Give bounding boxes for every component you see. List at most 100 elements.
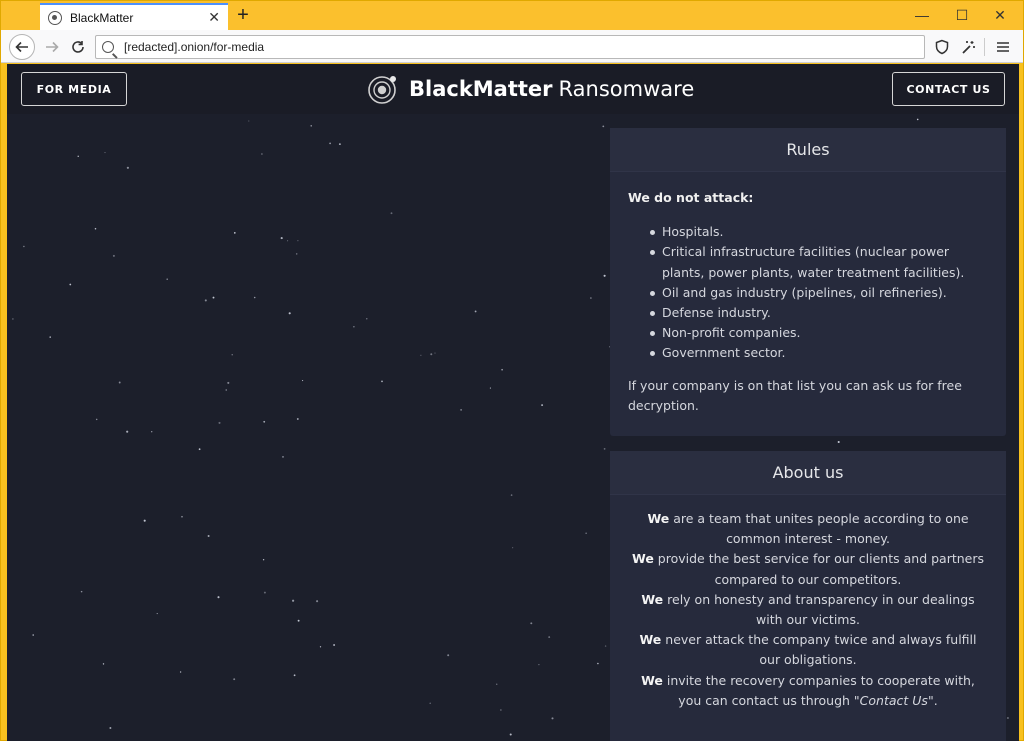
- about-line: We never attack the company twice and al…: [639, 632, 977, 668]
- star: [263, 591, 266, 594]
- star: [261, 153, 263, 155]
- star: [602, 125, 605, 128]
- close-window-button[interactable]: ✕: [981, 1, 1019, 30]
- about-line: We invite the recovery companies to coop…: [641, 672, 975, 708]
- star: [218, 421, 221, 424]
- shield-icon[interactable]: [931, 36, 953, 58]
- star: [353, 326, 355, 328]
- star: [329, 142, 331, 145]
- tab-title: BlackMatter: [70, 10, 134, 25]
- star: [501, 368, 503, 371]
- back-button[interactable]: [9, 34, 35, 60]
- brand-name: BlackMatter: [409, 77, 553, 101]
- star: [366, 318, 368, 320]
- star: [181, 515, 183, 518]
- star: [233, 678, 236, 681]
- search-icon: [102, 41, 114, 53]
- star: [916, 118, 919, 121]
- list-item: Hospitals.: [650, 222, 988, 242]
- star: [447, 654, 450, 657]
- star: [156, 613, 158, 615]
- contact-us-button[interactable]: CONTACT US: [892, 72, 1005, 106]
- star: [112, 254, 115, 257]
- rules-footer: If your company is on that list you can …: [628, 377, 962, 413]
- star: [530, 622, 533, 625]
- about-line: We rely on honesty and transparency in o…: [641, 591, 975, 628]
- star: [603, 448, 606, 450]
- star: [80, 590, 83, 593]
- brand-subtitle: Ransomware: [558, 77, 695, 101]
- star: [179, 671, 182, 673]
- browser-tab[interactable]: BlackMatter ✕: [40, 3, 228, 30]
- star: [143, 519, 146, 522]
- star: [302, 380, 304, 382]
- star: [295, 253, 298, 255]
- star: [297, 619, 300, 622]
- rules-card: Rules We do not attack: Hospitals. Criti…: [610, 128, 1006, 436]
- forward-button[interactable]: [39, 34, 65, 60]
- star: [262, 559, 265, 561]
- back-arrow-icon: [15, 41, 28, 53]
- star: [512, 547, 514, 549]
- star: [460, 409, 462, 411]
- star: [541, 404, 544, 407]
- minimize-button[interactable]: —: [903, 1, 941, 30]
- star: [49, 336, 51, 338]
- url-input[interactable]: [124, 40, 924, 54]
- star: [1006, 716, 1009, 720]
- star: [551, 717, 554, 720]
- star: [837, 440, 840, 444]
- rules-intro: We do not attack:: [628, 190, 754, 205]
- star: [94, 227, 97, 230]
- star: [590, 297, 592, 299]
- star: [126, 430, 129, 433]
- new-tab-button[interactable]: +: [232, 4, 254, 26]
- star: [248, 120, 250, 122]
- star: [287, 240, 289, 242]
- tab-close-icon[interactable]: ✕: [208, 9, 220, 26]
- star: [293, 674, 296, 677]
- star: [225, 389, 227, 391]
- star: [23, 245, 25, 248]
- menu-icon[interactable]: [992, 36, 1014, 58]
- star: [231, 354, 233, 356]
- maximize-button[interactable]: ☐: [943, 1, 981, 30]
- reload-icon: [72, 41, 84, 53]
- star: [585, 532, 587, 534]
- star: [297, 240, 299, 242]
- reload-button[interactable]: [65, 34, 91, 60]
- forward-arrow-icon: [46, 41, 59, 53]
- url-bar[interactable]: [95, 35, 925, 59]
- star: [227, 381, 230, 384]
- about-line: We provide the best service for our clie…: [631, 551, 985, 587]
- star: [95, 418, 98, 421]
- star: [316, 600, 319, 603]
- star: [292, 599, 295, 602]
- star: [489, 387, 491, 389]
- list-item: Non-profit companies.: [650, 323, 988, 343]
- rules-title: Rules: [610, 128, 1006, 172]
- magic-wand-icon[interactable]: [958, 36, 980, 58]
- star: [166, 278, 168, 280]
- star: [109, 727, 112, 729]
- star: [282, 456, 284, 458]
- brand[interactable]: BlackMatter Ransomware: [367, 70, 694, 108]
- star: [263, 420, 266, 423]
- star: [474, 310, 477, 313]
- star: [390, 212, 393, 215]
- star: [198, 448, 201, 451]
- star: [434, 352, 436, 354]
- about-body: We are a team that unites people accordi…: [610, 495, 1006, 711]
- star: [429, 702, 431, 704]
- star: [12, 318, 14, 320]
- star: [333, 644, 336, 646]
- star: [77, 155, 79, 157]
- rules-list: Hospitals. Critical infrastructure facil…: [628, 222, 988, 363]
- star: [296, 418, 299, 420]
- star: [104, 152, 106, 154]
- list-item: Critical infrastructure facilities (nucl…: [650, 242, 988, 282]
- for-media-button[interactable]: FOR MEDIA: [21, 72, 127, 106]
- star: [509, 733, 512, 736]
- star: [217, 596, 220, 599]
- star: [233, 232, 236, 234]
